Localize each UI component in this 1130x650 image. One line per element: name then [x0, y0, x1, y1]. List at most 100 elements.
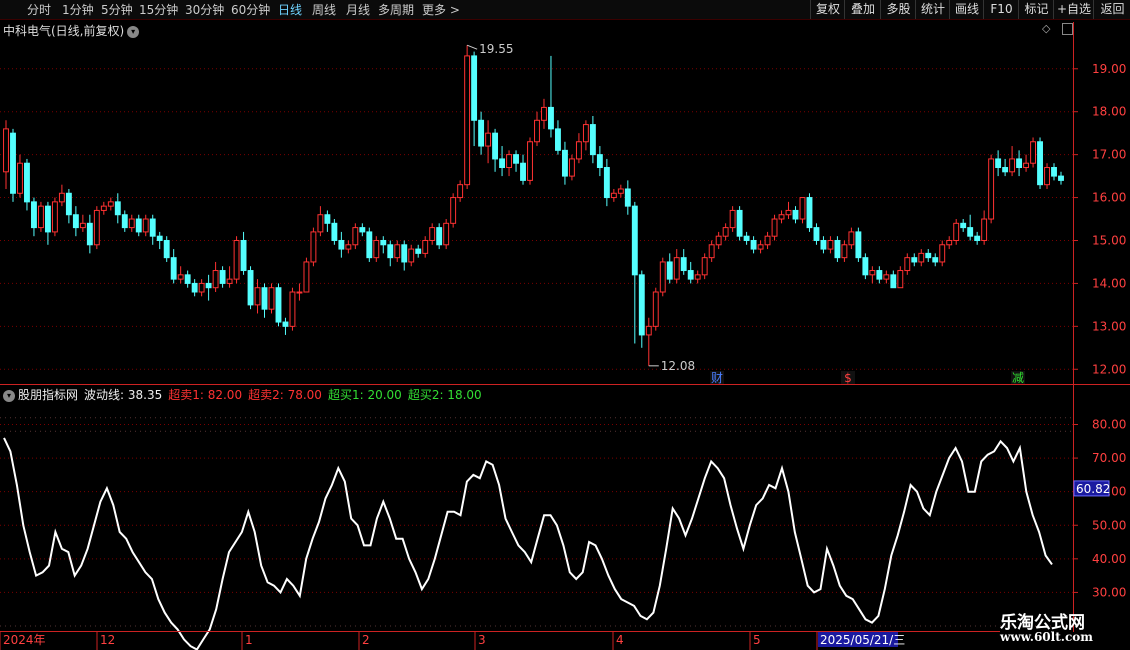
candle — [967, 227, 974, 237]
time-label-2: 1 — [245, 633, 253, 647]
candle — [37, 205, 44, 229]
candle — [1023, 162, 1030, 169]
candle — [121, 214, 128, 229]
candle — [408, 248, 415, 263]
price-tick-label: 15.00 — [1092, 233, 1126, 247]
candle — [499, 158, 506, 169]
candle — [492, 132, 499, 160]
candle — [603, 167, 610, 199]
candle — [666, 261, 673, 280]
price-tick-label: 12.00 — [1092, 362, 1126, 376]
price-tick-label: 18.00 — [1092, 105, 1126, 119]
candle — [799, 197, 806, 220]
candle — [471, 55, 478, 121]
candle — [806, 197, 813, 229]
candle — [820, 239, 827, 250]
candle — [366, 231, 373, 259]
candle — [506, 154, 512, 169]
candle — [813, 227, 820, 241]
indicator-tick-label: 50.00 — [1092, 518, 1126, 532]
candle — [478, 119, 485, 147]
candle — [31, 201, 37, 229]
candle — [736, 209, 743, 237]
candle — [687, 270, 694, 280]
candle — [51, 201, 58, 233]
candle — [555, 128, 561, 151]
candle — [911, 257, 918, 263]
candle — [191, 282, 198, 293]
high-label: 19.55 — [479, 42, 513, 56]
candle — [897, 270, 904, 289]
candle — [3, 128, 9, 173]
candle — [1016, 158, 1023, 169]
candle — [792, 209, 799, 220]
candle — [296, 291, 303, 294]
candle — [114, 201, 121, 216]
candle — [659, 261, 666, 293]
candle — [534, 119, 540, 143]
candle — [65, 192, 72, 216]
candle — [93, 209, 100, 246]
candle — [128, 218, 135, 229]
candle — [317, 214, 324, 233]
time-label-0: 2024年 — [3, 633, 46, 647]
candle — [331, 222, 338, 241]
candle — [995, 158, 1002, 169]
candle — [715, 235, 722, 246]
candle — [10, 132, 16, 194]
candle — [275, 287, 282, 323]
candle — [254, 287, 261, 306]
candle — [198, 282, 205, 293]
candle — [289, 291, 296, 327]
stock-chart[interactable]: 12.00 13.00 14.00 15.00 16.00 17.00 18.00 19.00… — [0, 0, 1130, 650]
candle — [708, 244, 715, 259]
candle — [247, 270, 254, 306]
candle — [841, 244, 848, 259]
candle — [673, 257, 680, 280]
candle — [1044, 167, 1050, 186]
price-tick-label: 14.00 — [1092, 276, 1126, 290]
candle — [527, 141, 533, 181]
candle — [401, 244, 408, 263]
candle — [170, 257, 177, 280]
candle — [701, 257, 708, 276]
candle — [464, 55, 471, 186]
price-tick-label: 13.00 — [1092, 319, 1126, 333]
candle — [827, 239, 834, 250]
candle — [631, 205, 638, 276]
candle — [415, 248, 422, 254]
candle — [568, 158, 575, 177]
candle — [58, 192, 65, 203]
candle — [548, 106, 554, 130]
candle — [233, 239, 240, 280]
candle — [135, 218, 142, 233]
indicator-tick-label: 30.00 — [1092, 585, 1126, 599]
candle — [436, 227, 443, 246]
candle — [1002, 167, 1009, 173]
candle — [338, 239, 345, 250]
indicator-tick-label: 40.00 — [1092, 552, 1126, 566]
watermark-url: www.60lt.com — [1000, 630, 1093, 644]
candle — [638, 274, 645, 336]
candle — [261, 287, 268, 310]
event-marker-1: $ — [844, 371, 852, 385]
time-label-5: 4 — [616, 633, 624, 647]
candle — [485, 132, 492, 147]
candle — [652, 291, 659, 327]
candle — [17, 162, 23, 194]
candle — [177, 274, 184, 280]
candle — [582, 124, 589, 143]
candle — [785, 209, 792, 216]
candle — [387, 244, 394, 259]
candle — [429, 227, 436, 241]
candle — [890, 274, 897, 289]
candle — [226, 278, 233, 284]
candle — [443, 222, 450, 246]
candle — [876, 270, 883, 280]
candle — [163, 239, 170, 259]
event-marker-2: 减 — [1012, 371, 1024, 385]
candle — [450, 197, 457, 224]
candle — [359, 227, 366, 233]
candle — [981, 218, 988, 241]
candle — [834, 239, 841, 259]
